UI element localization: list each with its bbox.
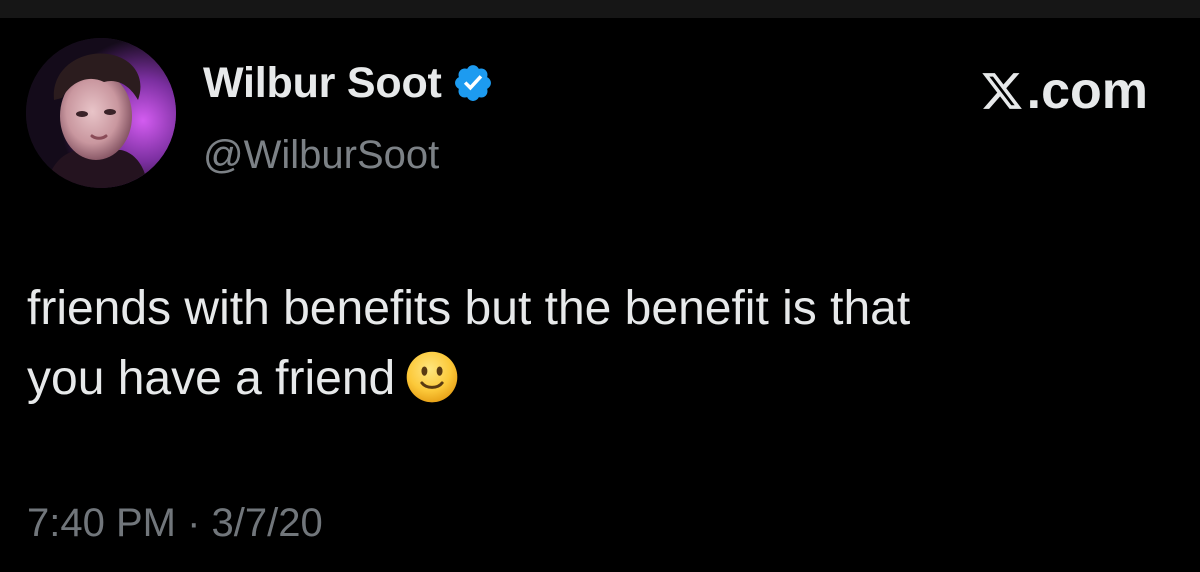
top-strip — [0, 0, 1200, 18]
avatar-image — [26, 38, 176, 188]
timestamp-time: 7:40 PM — [27, 501, 176, 545]
tweet-text-line-1: friends with benefits but the benefit is… — [27, 282, 911, 335]
slightly-smiling-face-icon — [405, 350, 459, 404]
avatar[interactable] — [26, 38, 176, 188]
tweet-text-line-2-text: you have a friend — [27, 352, 396, 405]
tweet-text: friends with benefits but the benefit is… — [27, 274, 1167, 414]
timestamp-separator: · — [187, 501, 201, 545]
author-name-row: Wilbur Soot — [203, 58, 494, 108]
tweet-card: Wilbur Soot @WilburSoot .com friends wit… — [0, 18, 1200, 572]
verified-badge-icon — [452, 62, 494, 104]
brand-watermark: .com — [979, 61, 1148, 121]
tweet-timestamp[interactable]: 7:40 PM · 3/7/20 — [27, 501, 323, 546]
x-logo-icon — [979, 69, 1025, 113]
author-handle[interactable]: @WilburSoot — [203, 133, 439, 178]
tweet-text-line-2: you have a friend — [27, 344, 1167, 414]
timestamp-date: 3/7/20 — [211, 501, 323, 545]
author-name[interactable]: Wilbur Soot — [203, 59, 442, 108]
brand-domain-label: .com — [1026, 62, 1148, 120]
